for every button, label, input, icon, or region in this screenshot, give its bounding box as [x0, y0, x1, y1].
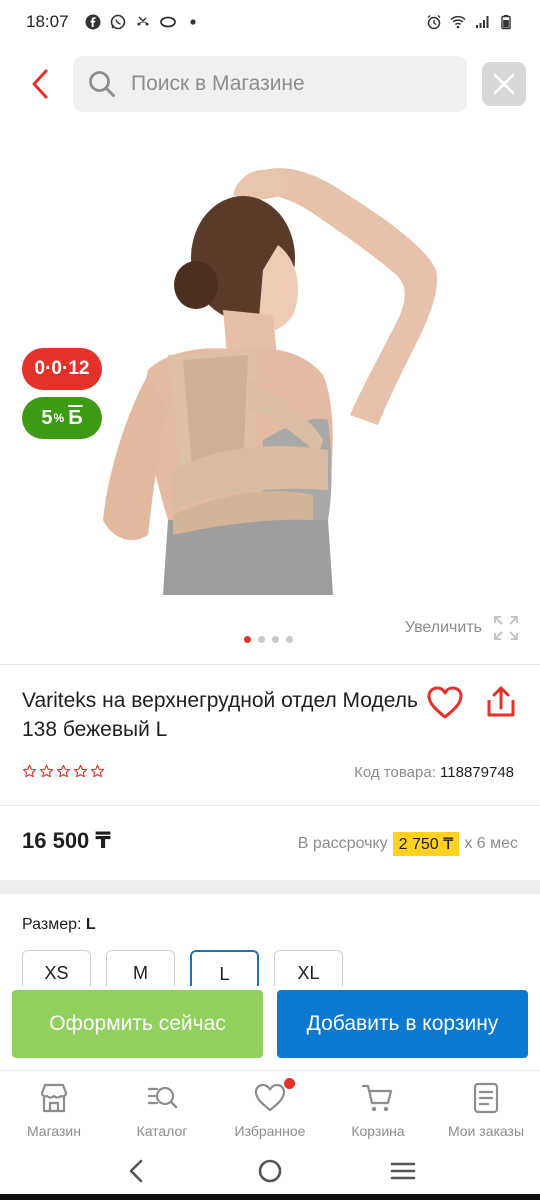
share-button[interactable]: [484, 684, 518, 720]
installment-offer[interactable]: В рассрочку 2 750 ₸ х 6 мес: [298, 832, 518, 856]
search-icon: [89, 71, 115, 97]
system-navigation-bar: [0, 1148, 540, 1194]
nav-label: Магазин: [26, 1123, 81, 1139]
search-input[interactable]: [131, 72, 451, 96]
missed-call-icon: [136, 16, 149, 26]
size-label-text: Размер:: [22, 916, 82, 933]
system-home-icon[interactable]: [256, 1157, 284, 1185]
wifi-icon: [450, 15, 466, 29]
status-time: 18:07: [26, 12, 69, 31]
add-to-cart-button[interactable]: Добавить в корзину: [277, 990, 528, 1058]
gallery-dot[interactable]: [258, 636, 265, 643]
star-outline-icon: [39, 764, 54, 778]
bonus-currency: Б: [68, 406, 83, 429]
product-title: Variteks на верхнегрудной отдел Модель 1…: [22, 689, 418, 741]
gallery-dot[interactable]: [272, 636, 279, 643]
search-box[interactable]: [73, 56, 467, 112]
system-icons: [426, 14, 514, 30]
nav-item-catalog[interactable]: Каталог: [108, 1071, 216, 1146]
whatsapp-icon: [110, 14, 125, 30]
product-code-value: 118879748: [440, 764, 514, 781]
nav-item-orders[interactable]: Мои заказы: [432, 1071, 540, 1146]
installment-term: х 6 мес: [464, 835, 518, 852]
store-icon: [40, 1083, 68, 1113]
size-selected-value: L: [85, 916, 96, 933]
system-back-icon[interactable]: [123, 1157, 151, 1185]
buy-now-button[interactable]: Оформить сейчас: [12, 990, 263, 1058]
share-icon: [487, 686, 515, 717]
notification-icons: [85, 14, 201, 30]
star-outline-icon: [22, 764, 37, 778]
size-label: Размер: L: [22, 916, 96, 934]
product-code-label: Код товара:: [354, 764, 436, 781]
nav-label: Каталог: [136, 1123, 188, 1139]
installment-label: В рассрочку: [297, 835, 388, 852]
back-button[interactable]: [24, 66, 56, 102]
nav-item-favorites[interactable]: Избранное: [216, 1071, 324, 1146]
divider: [0, 805, 540, 806]
product-page: 18:07 Поиск в Магазине 0·0·12 5 % Б Увел…: [0, 0, 540, 1200]
divider: [0, 664, 540, 665]
nav-label: Мои заказы: [447, 1123, 525, 1139]
nav-item-cart[interactable]: Корзина: [324, 1071, 432, 1146]
heart-outline-icon: [427, 686, 463, 719]
gallery-dot-active[interactable]: [244, 636, 251, 643]
status-bar: 18:07: [0, 0, 540, 44]
star-outline-icon: [90, 764, 105, 778]
nav-label: Избранное: [234, 1123, 306, 1139]
product-image: [88, 150, 458, 595]
search-header: [0, 56, 540, 112]
rating-stars[interactable]: [22, 764, 105, 779]
more-dot-icon: [189, 19, 196, 25]
product-code: Код товара: 118879748: [354, 764, 514, 781]
close-icon: [493, 73, 515, 95]
alarm-icon: [427, 15, 441, 30]
link-icon: [159, 16, 176, 28]
nav-item-store[interactable]: Магазин: [0, 1071, 108, 1146]
gallery-dot[interactable]: [286, 636, 293, 643]
gallery-pagination: [244, 636, 293, 643]
star-outline-icon: [73, 764, 88, 778]
bonus-value: 5: [41, 406, 53, 429]
product-price: 16 500 ₸: [22, 828, 111, 853]
action-bar: Оформить сейчас Добавить в корзину: [0, 986, 540, 1066]
screen-bottom-edge: [0, 1194, 540, 1200]
bottom-navigation: Магазин Каталог Избранное Корзина Мои за…: [0, 1070, 540, 1146]
clear-search-button[interactable]: [482, 62, 526, 106]
expand-icon: [494, 616, 518, 640]
installment-amount: 2 750 ₸: [392, 832, 460, 856]
bonus-percent: %: [53, 411, 65, 425]
facebook-icon: [85, 14, 101, 30]
orders-icon: [473, 1082, 499, 1114]
signal-icon: [476, 16, 489, 28]
nav-label: Корзина: [351, 1123, 405, 1139]
heart-icon: [254, 1083, 286, 1112]
zoom-label: Увеличить: [404, 619, 482, 636]
catalog-icon: [147, 1086, 178, 1109]
zoom-button[interactable]: Увеличить: [405, 614, 520, 642]
system-menu-icon[interactable]: [389, 1157, 417, 1185]
product-gallery[interactable]: 0·0·12 5% Б Увеличить: [0, 130, 540, 660]
chevron-left-icon: [32, 69, 48, 99]
battery-icon: [501, 15, 511, 30]
installment-badge: 0·0·12: [22, 348, 102, 390]
star-outline-icon: [56, 764, 71, 778]
bonus-badge: 5% Б: [22, 397, 102, 439]
favorites-notification-dot: [284, 1078, 295, 1089]
cart-icon: [361, 1084, 393, 1112]
add-to-favorites-button[interactable]: [426, 684, 464, 722]
section-separator: [0, 880, 540, 894]
